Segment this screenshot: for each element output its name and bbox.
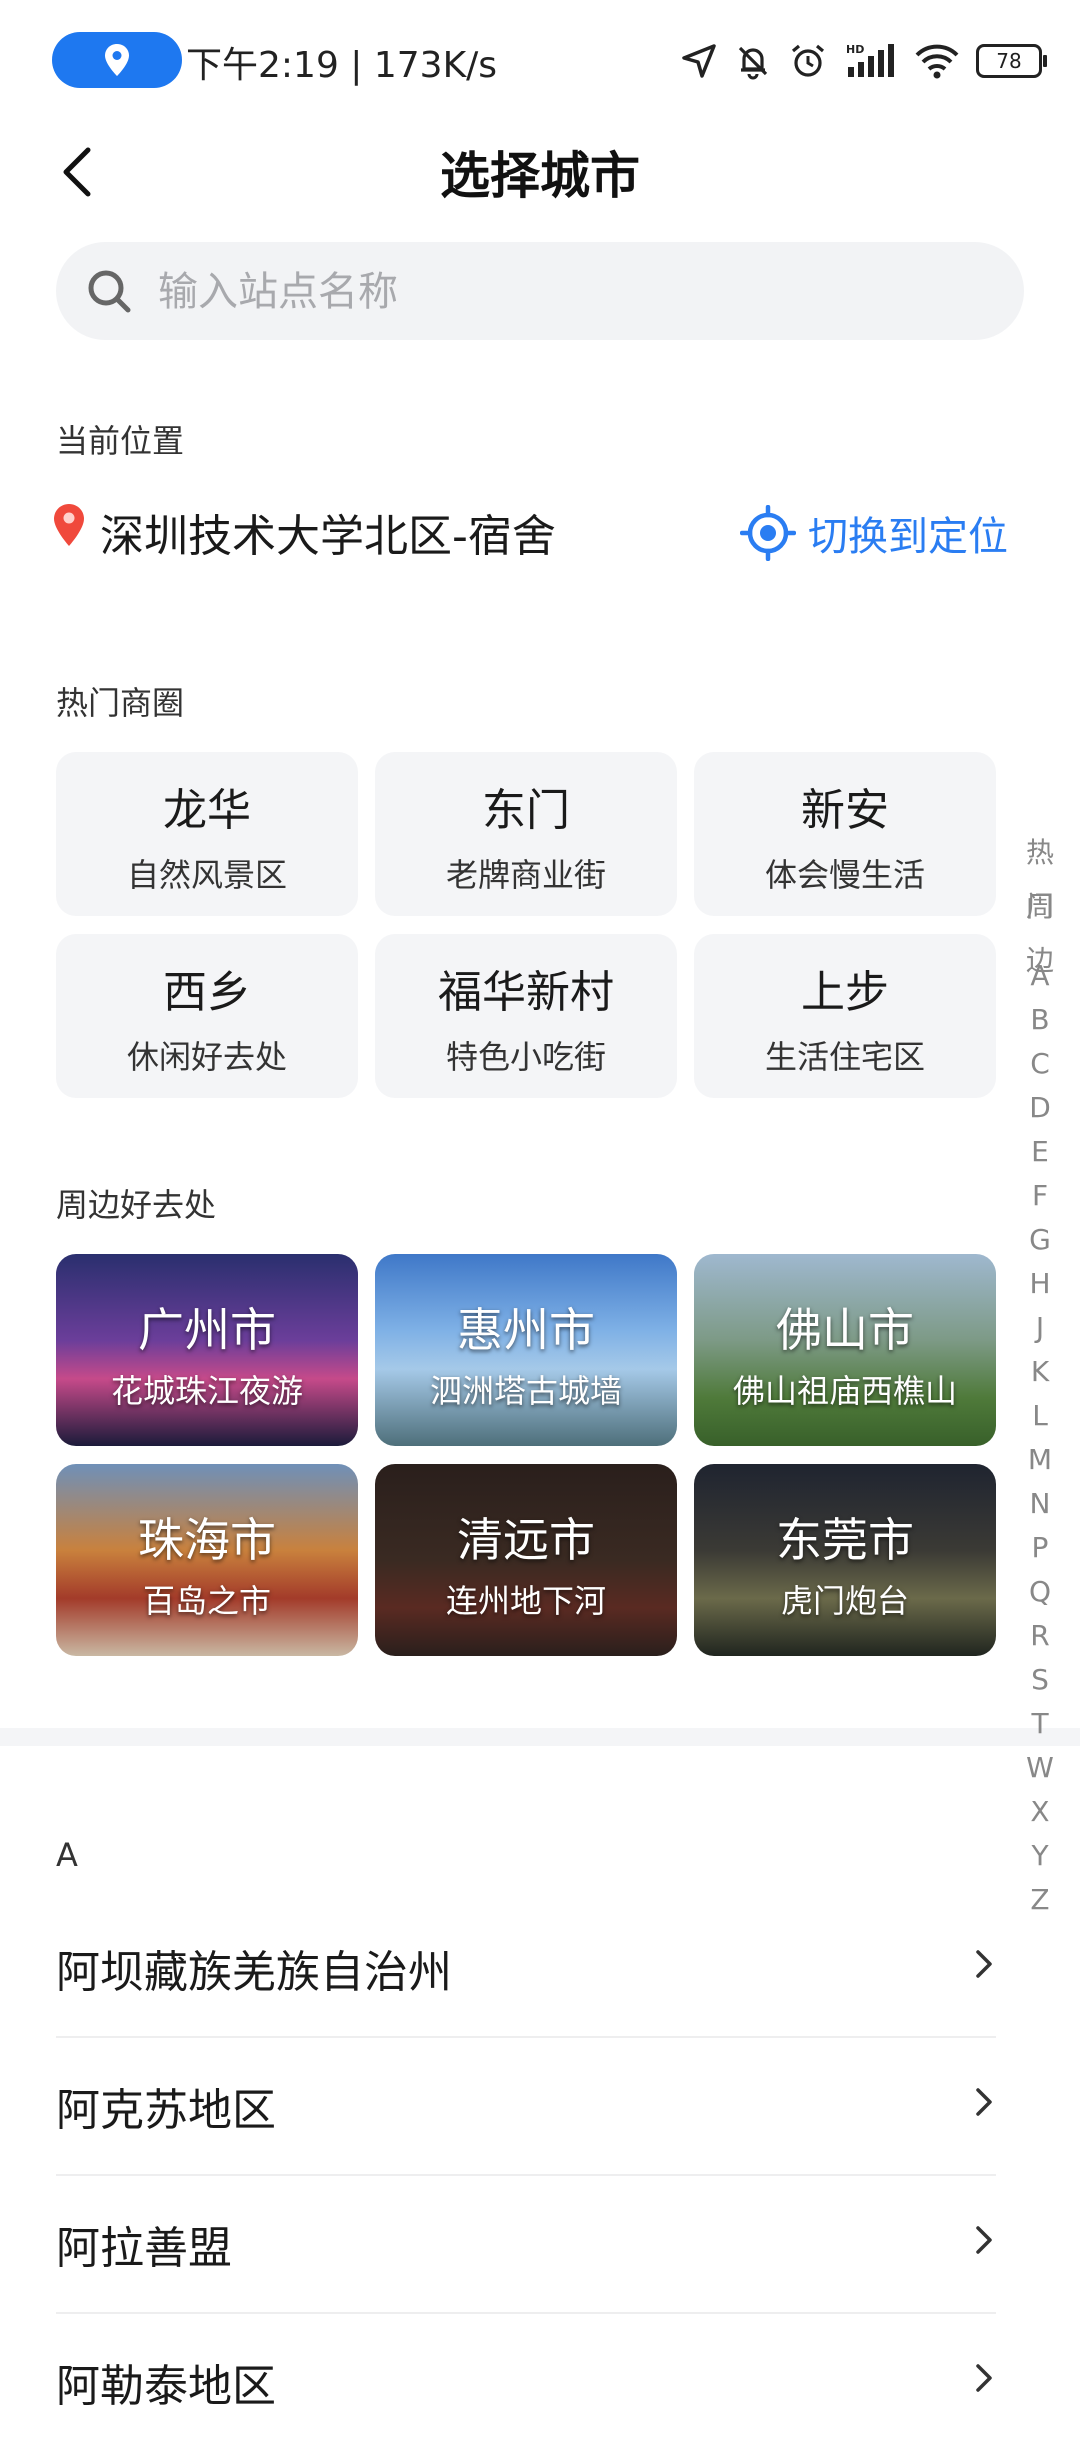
battery-icon: 78 xyxy=(976,44,1047,78)
page-title: 选择城市 xyxy=(440,147,640,205)
battery-level: 78 xyxy=(996,49,1022,73)
nearby-city-card[interactable]: 佛山市 佛山祖庙西樵山 xyxy=(694,1254,996,1446)
hot-district-chip[interactable]: 东门 老牌商业街 xyxy=(375,752,677,916)
section-divider xyxy=(0,1728,1080,1746)
hot-district-desc: 生活住宅区 xyxy=(764,1038,925,1076)
index-letter[interactable]: B xyxy=(1014,998,1066,1042)
chevron-right-icon xyxy=(976,2226,992,2254)
nearby-city-desc: 佛山祖庙西樵山 xyxy=(732,1372,957,1410)
hd-signal-icon: HD xyxy=(846,43,894,77)
hot-district-name: 新安 xyxy=(801,785,889,836)
chevron-right-icon xyxy=(976,2364,992,2392)
hot-district-chip[interactable]: 福华新村 特色小吃街 xyxy=(375,934,677,1098)
nearby-city-name: 珠海市 xyxy=(138,1513,276,1567)
search-input[interactable] xyxy=(156,242,980,342)
hot-district-name: 西乡 xyxy=(163,967,251,1018)
alarm-icon xyxy=(791,44,825,77)
city-list-letter-header: A xyxy=(56,1836,78,1874)
city-list-item-name: 阿克苏地区 xyxy=(56,2085,276,2136)
nearby-city-name: 清远市 xyxy=(457,1513,595,1567)
nearby-city-name: 佛山市 xyxy=(776,1303,914,1357)
nearby-city-desc: 虎门炮台 xyxy=(780,1582,909,1620)
nearby-city-card[interactable]: 东莞市 虎门炮台 xyxy=(694,1464,996,1656)
nearby-city-card[interactable]: 广州市 花城珠江夜游 xyxy=(56,1254,358,1446)
current-location-label: 当前位置 xyxy=(56,422,185,460)
hot-district-chip[interactable]: 西乡 休闲好去处 xyxy=(56,934,358,1098)
svg-text:HD: HD xyxy=(846,43,864,56)
index-letter[interactable]: Y xyxy=(1014,1834,1066,1878)
index-letter[interactable]: F xyxy=(1014,1174,1066,1218)
nearby-label: 周边好去处 xyxy=(56,1186,217,1224)
index-item-nearby[interactable]: 周边 xyxy=(1014,880,1066,977)
status-time-speed: 下午2:19 | 173K/s xyxy=(186,45,498,86)
wifi-icon xyxy=(915,44,959,79)
index-letter[interactable]: M xyxy=(1014,1438,1066,1482)
status-icons: HD 78 xyxy=(680,36,1047,86)
search-icon xyxy=(88,270,131,313)
nearby-city-desc: 百岛之市 xyxy=(142,1582,271,1620)
index-letter[interactable]: W xyxy=(1014,1746,1066,1790)
index-letter[interactable]: A xyxy=(1014,954,1066,998)
index-letter[interactable]: C xyxy=(1014,1042,1066,1086)
hot-district-name: 福华新村 xyxy=(438,967,614,1018)
switch-to-location-button[interactable]: 切换到定位 xyxy=(740,504,1008,562)
index-letter[interactable]: T xyxy=(1014,1702,1066,1746)
location-arrow-icon xyxy=(682,44,716,78)
hot-district-chip[interactable]: 上步 生活住宅区 xyxy=(694,934,996,1098)
switch-to-location-label: 切换到定位 xyxy=(808,514,1008,560)
index-letter[interactable]: K xyxy=(1014,1350,1066,1394)
chevron-right-icon xyxy=(976,2088,992,2116)
index-letter[interactable]: E xyxy=(1014,1130,1066,1174)
search-bar[interactable] xyxy=(56,242,1024,342)
chevron-right-icon xyxy=(976,1950,992,1978)
index-letter[interactable]: H xyxy=(1014,1262,1066,1306)
nearby-city-desc: 花城珠江夜游 xyxy=(110,1372,303,1410)
nearby-city-name: 广州市 xyxy=(138,1303,276,1357)
hot-district-name: 东门 xyxy=(482,785,570,836)
index-letter[interactable]: X xyxy=(1014,1790,1066,1834)
index-letter[interactable]: Z xyxy=(1014,1878,1066,1922)
hot-district-chip[interactable]: 新安 体会慢生活 xyxy=(694,752,996,916)
hot-district-desc: 自然风景区 xyxy=(126,856,287,894)
alphabet-index[interactable]: 热门 周边 A B C D E F G H J K L M N P Q R S … xyxy=(1014,826,1066,1922)
location-pin-icon xyxy=(105,44,129,76)
hot-district-name: 上步 xyxy=(801,967,889,1018)
index-letter[interactable]: D xyxy=(1014,1086,1066,1130)
city-list-item[interactable]: 阿勒泰地区 xyxy=(56,2312,996,2450)
city-list-item[interactable]: 阿克苏地区 xyxy=(56,2036,996,2176)
city-list-item-name: 阿拉善盟 xyxy=(56,2223,232,2274)
nearby-city-card[interactable]: 清远市 连州地下河 xyxy=(375,1464,677,1656)
location-pin-icon xyxy=(54,504,84,546)
index-letter[interactable]: S xyxy=(1014,1658,1066,1702)
index-item-hot[interactable]: 热门 xyxy=(1014,826,1066,923)
hot-district-desc: 体会慢生活 xyxy=(764,856,925,894)
current-location-text: 深圳技术大学北区-宿舍 xyxy=(100,511,556,562)
hot-district-chip[interactable]: 龙华 自然风景区 xyxy=(56,752,358,916)
hot-district-desc: 老牌商业街 xyxy=(445,856,606,894)
index-letter[interactable]: Q xyxy=(1014,1570,1066,1614)
index-letter[interactable]: J xyxy=(1014,1306,1066,1350)
index-letter[interactable]: G xyxy=(1014,1218,1066,1262)
location-sharing-pill[interactable] xyxy=(52,32,182,88)
index-letter[interactable]: P xyxy=(1014,1526,1066,1570)
nearby-city-card[interactable]: 惠州市 泗洲塔古城墙 xyxy=(375,1254,677,1446)
bell-off-icon xyxy=(738,46,768,80)
locate-target-icon xyxy=(740,505,796,561)
hot-district-desc: 休闲好去处 xyxy=(126,1038,287,1076)
index-letter[interactable]: L xyxy=(1014,1394,1066,1438)
nearby-city-name: 东莞市 xyxy=(776,1513,914,1567)
city-list-item-name: 阿坝藏族羌族自治州 xyxy=(56,1947,452,1998)
nearby-city-desc: 泗洲塔古城墙 xyxy=(429,1372,622,1410)
city-list-item[interactable]: 阿拉善盟 xyxy=(56,2174,996,2314)
city-list-item-name: 阿勒泰地区 xyxy=(56,2361,276,2412)
hot-district-name: 龙华 xyxy=(163,785,251,836)
index-letter[interactable]: N xyxy=(1014,1482,1066,1526)
hot-districts-label: 热门商圈 xyxy=(56,684,185,722)
city-list-item[interactable]: 阿坝藏族羌族自治州 xyxy=(56,1898,996,2038)
nearby-city-name: 惠州市 xyxy=(457,1303,595,1357)
hot-district-desc: 特色小吃街 xyxy=(445,1038,606,1076)
index-letter[interactable]: R xyxy=(1014,1614,1066,1658)
nearby-city-card[interactable]: 珠海市 百岛之市 xyxy=(56,1464,358,1656)
nearby-city-desc: 连州地下河 xyxy=(445,1582,606,1620)
